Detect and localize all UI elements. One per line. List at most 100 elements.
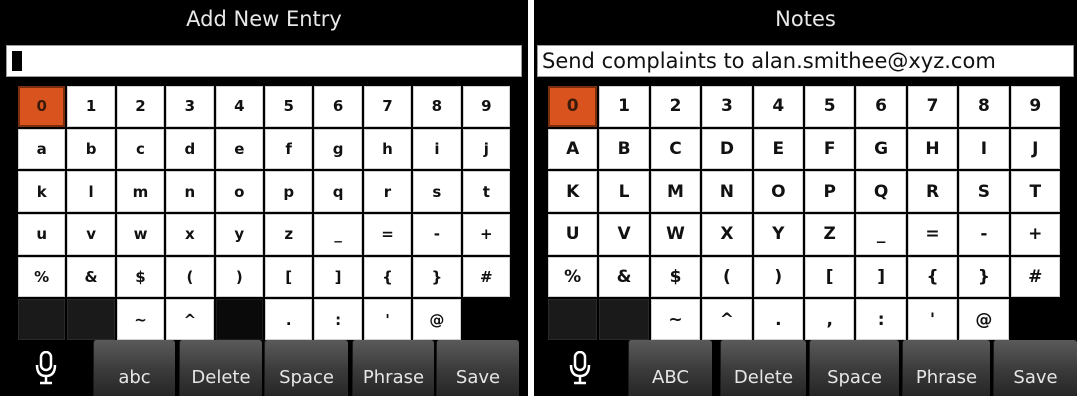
key[interactable]: ^ <box>702 299 752 340</box>
key[interactable]: - <box>413 214 461 255</box>
key[interactable]: 5 <box>265 86 313 127</box>
key[interactable]: o <box>215 171 263 212</box>
key[interactable]: 2 <box>116 86 165 127</box>
key[interactable]: ~ <box>650 299 701 340</box>
key[interactable]: # <box>462 256 510 298</box>
key[interactable]: f <box>265 128 313 170</box>
key[interactable]: ' <box>363 299 412 340</box>
key[interactable]: 4 <box>753 86 803 127</box>
key[interactable]: ~ <box>116 299 165 340</box>
key[interactable]: _ <box>856 214 906 255</box>
softkey-abc[interactable]: ABC <box>628 340 712 396</box>
key[interactable]: . <box>753 299 803 340</box>
key[interactable]: M <box>650 171 701 212</box>
key[interactable]: 3 <box>166 86 214 127</box>
key[interactable]: 1 <box>67 86 115 127</box>
key[interactable]: R <box>907 171 958 212</box>
softkey-phrase[interactable]: Phrase <box>352 340 434 396</box>
key[interactable]: } <box>413 256 461 298</box>
key[interactable]: t <box>462 171 510 212</box>
key[interactable]: a <box>18 128 66 170</box>
key[interactable]: ) <box>753 256 803 298</box>
key[interactable]: s <box>413 171 461 212</box>
key[interactable]: : <box>314 299 362 340</box>
softkey-delete[interactable]: Delete <box>720 340 806 396</box>
key[interactable]: = <box>907 214 958 255</box>
key[interactable]: & <box>599 256 649 298</box>
key[interactable]: ] <box>856 256 906 298</box>
key[interactable]: 6 <box>314 86 362 127</box>
key[interactable]: g <box>314 128 362 170</box>
key[interactable]: Q <box>856 171 906 212</box>
entry-field[interactable]: Send complaints to alan.smithee@xyz.com <box>537 45 1074 77</box>
key[interactable]: S <box>959 171 1009 212</box>
key-selected[interactable]: 0 <box>18 86 66 127</box>
key[interactable]: 1 <box>599 86 649 127</box>
key[interactable]: i <box>413 128 461 170</box>
key[interactable]: h <box>363 128 412 170</box>
key[interactable]: 7 <box>363 86 412 127</box>
softkey-phrase[interactable]: Phrase <box>902 340 990 396</box>
key[interactable]: A <box>548 128 598 170</box>
key[interactable]: [ <box>265 256 313 298</box>
key[interactable]: z <box>265 214 313 255</box>
key[interactable]: 9 <box>1010 86 1060 127</box>
key[interactable]: k <box>18 171 66 212</box>
key[interactable]: ] <box>314 256 362 298</box>
key[interactable]: ' <box>907 299 958 340</box>
key[interactable]: 5 <box>805 86 855 127</box>
key[interactable]: ( <box>166 256 214 298</box>
key[interactable]: 3 <box>702 86 752 127</box>
key[interactable]: } <box>959 256 1009 298</box>
key[interactable]: y <box>215 214 263 255</box>
key[interactable]: x <box>166 214 214 255</box>
key[interactable]: L <box>599 171 649 212</box>
key[interactable]: @ <box>413 299 461 340</box>
softkey-save[interactable]: Save <box>993 340 1077 396</box>
key[interactable]: X <box>702 214 752 255</box>
key[interactable]: F <box>805 128 855 170</box>
key[interactable]: ^ <box>166 299 214 340</box>
key[interactable]: # <box>1010 256 1060 298</box>
key[interactable]: + <box>1010 214 1060 255</box>
key[interactable]: r <box>363 171 412 212</box>
key[interactable]: u <box>18 214 66 255</box>
key[interactable]: w <box>116 214 165 255</box>
key[interactable]: Y <box>753 214 803 255</box>
key[interactable]: q <box>314 171 362 212</box>
key[interactable]: N <box>702 171 752 212</box>
key[interactable]: ) <box>215 256 263 298</box>
key[interactable]: p <box>265 171 313 212</box>
key[interactable]: G <box>856 128 906 170</box>
key[interactable]: 8 <box>413 86 461 127</box>
softkey-save[interactable]: Save <box>436 340 519 396</box>
softkey-abc[interactable]: abc <box>93 340 175 396</box>
key-selected[interactable]: 0 <box>548 86 598 127</box>
key[interactable]: J <box>1010 128 1060 170</box>
key[interactable]: _ <box>314 214 362 255</box>
key[interactable]: P <box>805 171 855 212</box>
key[interactable]: W <box>650 214 701 255</box>
key[interactable]: v <box>67 214 115 255</box>
key[interactable]: 6 <box>856 86 906 127</box>
key[interactable]: e <box>215 128 263 170</box>
key[interactable]: V <box>599 214 649 255</box>
key[interactable]: { <box>363 256 412 298</box>
key[interactable]: H <box>907 128 958 170</box>
key[interactable]: m <box>116 171 165 212</box>
key[interactable]: T <box>1010 171 1060 212</box>
key[interactable]: c <box>116 128 165 170</box>
key[interactable]: : <box>856 299 906 340</box>
key[interactable]: l <box>67 171 115 212</box>
key[interactable]: E <box>753 128 803 170</box>
key[interactable]: $ <box>650 256 701 298</box>
key[interactable]: 2 <box>650 86 701 127</box>
key[interactable]: % <box>548 256 598 298</box>
key[interactable]: n <box>166 171 214 212</box>
key[interactable]: [ <box>805 256 855 298</box>
key[interactable]: . <box>265 299 313 340</box>
key[interactable]: { <box>907 256 958 298</box>
entry-field[interactable] <box>6 45 522 77</box>
key[interactable]: & <box>67 256 115 298</box>
key[interactable]: 9 <box>462 86 510 127</box>
